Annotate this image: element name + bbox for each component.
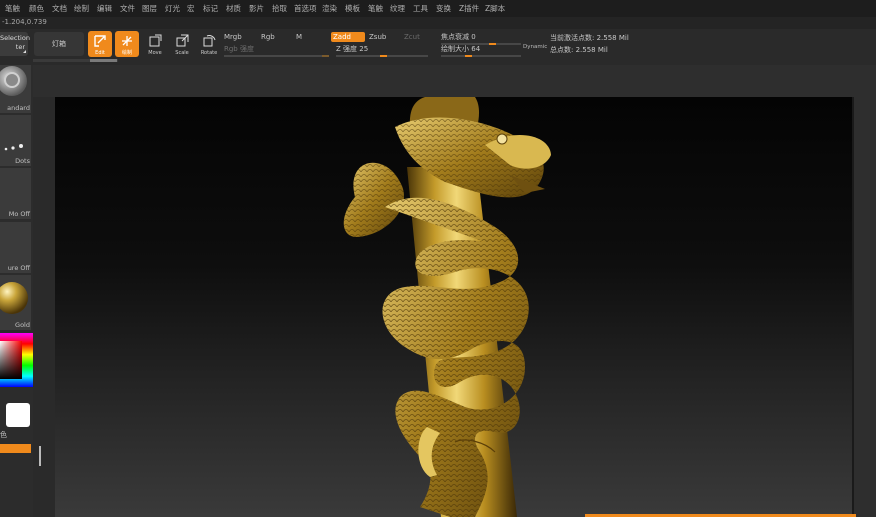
texture-tile[interactable]: ure Off [0, 222, 31, 273]
menu-item[interactable]: 文件 [120, 3, 135, 14]
menu-bar: 笔触 颜色 文档 绘制 编辑 文件 图层 灯光 宏 标记 材质 影片 拾取 首选… [0, 0, 876, 18]
coordinate-readout: -1.204,0.739 [2, 18, 47, 26]
menu-item[interactable]: 材质 [226, 3, 241, 14]
color-picker-gradient [0, 333, 33, 387]
toolbar-scroll-indicator[interactable] [33, 59, 118, 62]
brush-tile[interactable]: andard [0, 65, 31, 113]
z-intensity-label: Z 强度 [336, 45, 358, 53]
draw-size-slider[interactable]: 绘制大小 64 [441, 44, 521, 57]
menu-item[interactable]: 宏 [187, 3, 195, 14]
menu-item[interactable]: 拾取 [272, 3, 287, 14]
menu-item[interactable]: Z插件 [459, 3, 479, 14]
rotate-icon [203, 35, 216, 47]
move-button[interactable]: Move [143, 31, 167, 57]
material-label: Gold [15, 321, 30, 329]
focal-shift-label: 焦点衰减 [441, 33, 469, 41]
switch-color-button[interactable] [0, 444, 31, 453]
menu-item[interactable]: 笔触 [368, 3, 383, 14]
menu-item[interactable]: 文档 [52, 3, 67, 14]
menu-item[interactable]: 变换 [436, 3, 451, 14]
stroke-tile[interactable]: Dots [0, 115, 31, 166]
gold-material-icon [0, 282, 28, 314]
color-swatch-label: 色 [0, 431, 7, 439]
zsub-toggle[interactable]: Zsub [369, 33, 386, 41]
menu-item[interactable]: 图层 [142, 3, 157, 14]
zcut-toggle[interactable]: Zcut [404, 33, 420, 41]
z-intensity-slider[interactable]: Z 强度 25 [336, 44, 428, 57]
brush-label: andard [7, 104, 30, 112]
alpha-tile[interactable]: Mo Off [0, 168, 31, 219]
stroke-label: Dots [15, 157, 30, 165]
menu-item[interactable]: 标记 [203, 3, 218, 14]
mrgb-toggle[interactable]: Mrgb [224, 33, 242, 41]
total-points-count: 总点数: 2.558 Mil [550, 46, 608, 54]
menu-item[interactable]: 模板 [345, 3, 360, 14]
canvas-top-strip [33, 65, 876, 97]
lightbox-button[interactable]: 灯箱 [34, 32, 84, 56]
left-shelf: andard Dots Mo Off ure Off Gold 色 [0, 65, 33, 517]
coordinate-readout-bar: -1.204,0.739 [0, 17, 876, 29]
scale-icon [176, 34, 189, 47]
top-toolbar: Selection ter 灯箱 Edit 绘制 Move Scale Rota… [0, 29, 876, 65]
draw-button[interactable]: 绘制 [115, 31, 139, 57]
zadd-toggle[interactable]: Zadd [331, 32, 365, 42]
move-icon [149, 34, 162, 47]
rgb-toggle[interactable]: Rgb [261, 33, 275, 41]
dropdown-corner-icon [23, 50, 26, 53]
menu-item[interactable]: 笔触 [5, 3, 20, 14]
focal-shift-value: 0 [471, 33, 476, 41]
z-intensity-value: 25 [359, 45, 369, 53]
dynamic-toggle[interactable]: Dynamic [523, 44, 547, 50]
draw-size-value: 64 [471, 45, 481, 53]
scroll-handle[interactable] [39, 446, 41, 466]
material-tile[interactable]: Gold [0, 275, 31, 330]
rotate-button[interactable]: Rotate [197, 31, 221, 57]
menu-item[interactable]: 影片 [249, 3, 264, 14]
dots-stroke-icon [4, 144, 23, 151]
edit-button[interactable]: Edit [88, 31, 112, 57]
menu-item[interactable]: 编辑 [97, 3, 112, 14]
menu-item[interactable]: 渲染 [322, 3, 337, 14]
menu-item[interactable]: 颜色 [29, 3, 44, 14]
menu-item[interactable]: 工具 [413, 3, 428, 14]
scale-button-label: Scale [175, 50, 189, 56]
selection-dropdown[interactable]: Selection ter [0, 32, 30, 56]
active-points-count: 当前激活点数: 2.558 Mil [550, 34, 629, 42]
m-toggle[interactable]: M [296, 33, 302, 41]
main-color-swatch[interactable] [6, 403, 30, 427]
dragon-pillar-model [343, 97, 551, 517]
rotate-button-label: Rotate [200, 50, 218, 56]
canvas-left-gutter [33, 97, 55, 517]
menu-item[interactable]: 首选项 [294, 3, 317, 14]
menu-item[interactable]: 灯光 [165, 3, 180, 14]
rgb-intensity-slider[interactable]: Rgb 强度 [224, 44, 329, 57]
draw-size-label: 绘制大小 [441, 45, 469, 53]
menu-item[interactable]: Z脚本 [485, 3, 505, 14]
draw-icon [122, 36, 132, 46]
color-picker[interactable] [0, 333, 33, 387]
rgb-intensity-label: Rgb 强度 [224, 45, 254, 53]
viewport-canvas[interactable] [55, 97, 852, 517]
edit-icon [94, 35, 106, 47]
alpha-label: Mo Off [8, 210, 30, 218]
draw-button-label: 绘制 [121, 50, 132, 56]
menu-item[interactable]: 纹理 [390, 3, 405, 14]
focal-shift-slider[interactable]: 焦点衰减 0 [441, 32, 521, 45]
scale-button[interactable]: Scale [170, 31, 194, 57]
standard-brush-icon [0, 66, 27, 96]
menu-item[interactable]: 绘制 [74, 3, 89, 14]
move-button-label: Move [148, 50, 162, 56]
selection-dropdown-label: Selection ter [0, 34, 30, 51]
canvas-right-edge [852, 97, 876, 517]
texture-label: ure Off [7, 264, 30, 272]
edit-button-label: Edit [95, 50, 105, 56]
